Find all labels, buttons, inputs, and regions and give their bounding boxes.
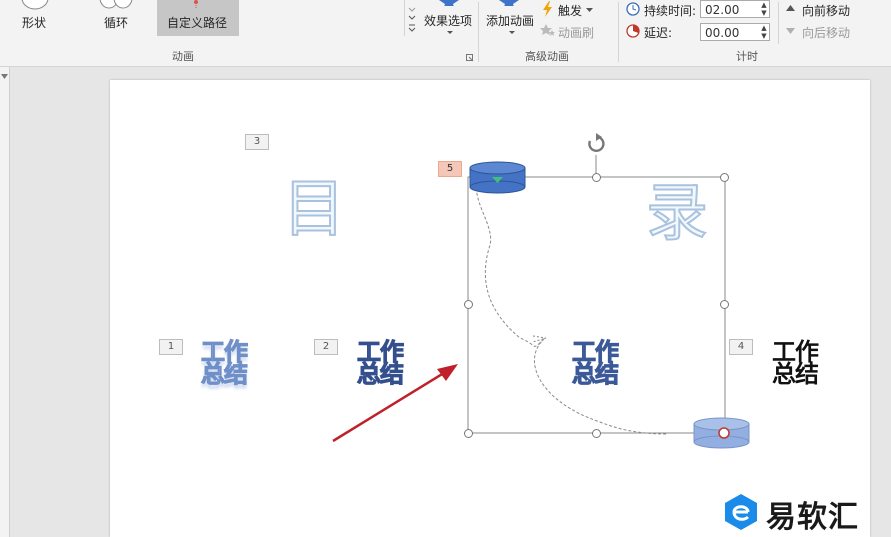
annotation-arrow-head-icon <box>437 364 458 381</box>
resize-handle-bottom[interactable] <box>592 429 601 438</box>
annotation-arrow-shaft <box>332 366 453 443</box>
red-end-marker-icon <box>718 427 730 439</box>
resize-handle-right[interactable] <box>720 300 729 309</box>
resize-handle-bottom-left[interactable] <box>464 429 473 438</box>
resize-handle-top-right[interactable] <box>720 173 729 182</box>
watermark-text: 易软汇 <box>766 500 859 535</box>
path-end-object[interactable] <box>693 417 750 449</box>
rotate-handle-icon[interactable] <box>588 133 605 152</box>
selection-frame[interactable] <box>467 176 726 434</box>
motion-path-line[interactable] <box>475 177 669 435</box>
resize-handle-left[interactable] <box>464 300 473 309</box>
resize-handle-top[interactable] <box>592 173 601 182</box>
path-start-object[interactable] <box>469 161 526 194</box>
watermark-logo-icon <box>725 494 757 530</box>
watermark: 易软汇 <box>722 490 887 535</box>
motion-path-overlay <box>332 133 750 449</box>
